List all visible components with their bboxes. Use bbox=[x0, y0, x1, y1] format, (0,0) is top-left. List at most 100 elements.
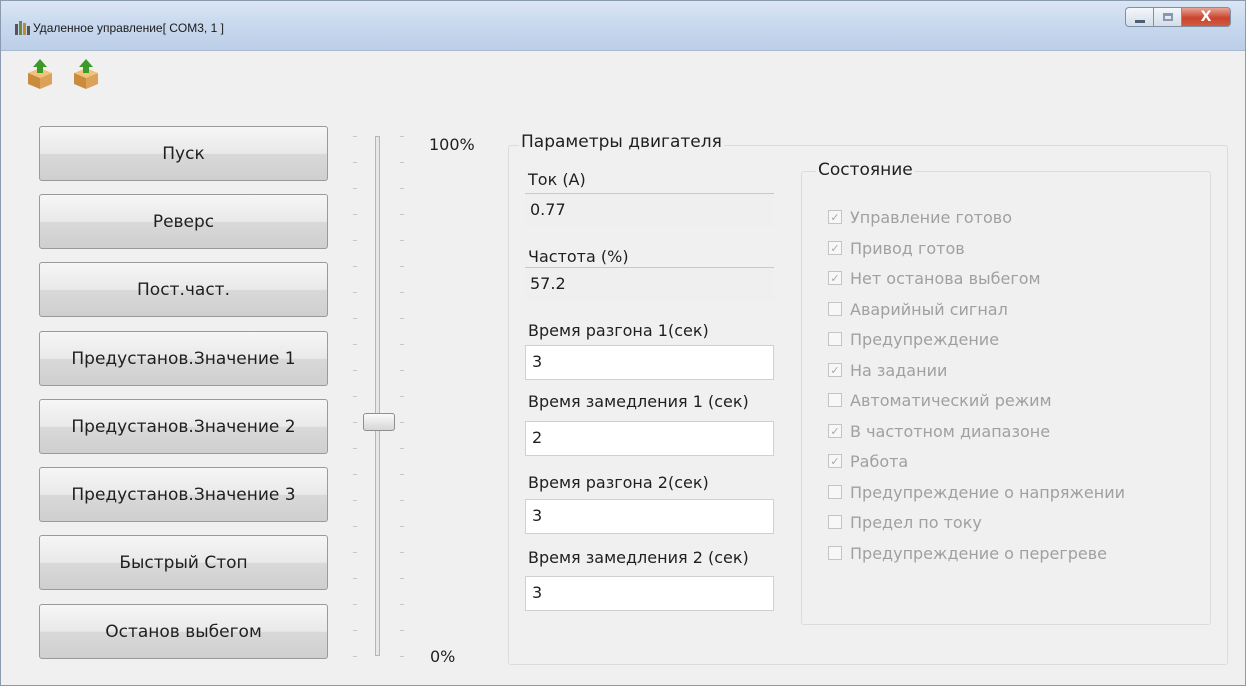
decel-time-2-input[interactable]: 3 bbox=[525, 576, 774, 611]
slider-tick bbox=[400, 422, 404, 423]
app-icon bbox=[15, 21, 30, 35]
slider-tick bbox=[353, 552, 357, 553]
status-item: ✓ На задании bbox=[828, 359, 947, 381]
preset-2-button[interactable]: Предустанов.Значение 2 bbox=[39, 399, 328, 454]
status-item: ✓ В частотном диапазоне bbox=[828, 420, 1050, 442]
checkbox-checked-icon: ✓ bbox=[828, 210, 842, 224]
toolbar bbox=[1, 51, 1245, 101]
slider-tick bbox=[353, 422, 357, 423]
status-item: Предупреждение bbox=[828, 328, 999, 350]
slider-tick bbox=[400, 500, 404, 501]
status-item-label: Предупреждение о напряжении bbox=[850, 482, 1126, 502]
constant-frequency-button[interactable]: Пост.част. bbox=[39, 262, 328, 317]
slider-tick bbox=[353, 578, 357, 579]
slider-tick bbox=[400, 162, 404, 163]
status-item-label: В частотном диапазоне bbox=[850, 421, 1051, 441]
status-item-label: Предупреждение о перегреве bbox=[850, 543, 1107, 563]
status-item-label: Автоматический режим bbox=[850, 390, 1052, 410]
slider-tick bbox=[353, 162, 357, 163]
slider-tick bbox=[353, 188, 357, 189]
slider-tick bbox=[400, 292, 404, 293]
slider-tick bbox=[400, 630, 404, 631]
slider-tick bbox=[353, 474, 357, 475]
current-value-text: 0.77 bbox=[530, 200, 566, 219]
slider-tick bbox=[353, 240, 357, 241]
status-item: Предел по току bbox=[828, 511, 982, 533]
quick-stop-button[interactable]: Быстрый Стоп bbox=[39, 535, 328, 590]
checkbox-checked-icon: ✓ bbox=[828, 454, 842, 468]
upload-box-icon[interactable] bbox=[23, 57, 57, 91]
download-box-icon[interactable] bbox=[69, 57, 103, 91]
frequency-label: Частота (%) bbox=[528, 247, 629, 266]
slider-tick bbox=[353, 136, 357, 137]
status-item: ✓ Работа bbox=[828, 450, 908, 472]
slider-tick bbox=[353, 266, 357, 267]
slider-tick bbox=[400, 318, 404, 319]
checkbox-unchecked-icon bbox=[828, 302, 842, 316]
slider-tick bbox=[353, 344, 357, 345]
remote-control-window: Удаленное управление[ COM3, 1 ] X Пуск Р… bbox=[0, 0, 1246, 686]
slider-tick bbox=[353, 656, 357, 657]
start-button[interactable]: Пуск bbox=[39, 126, 328, 181]
slider-tick bbox=[353, 292, 357, 293]
slider-tick bbox=[400, 344, 404, 345]
status-item-label: Предупреждение bbox=[850, 329, 1000, 349]
frequency-slider-track[interactable] bbox=[375, 136, 380, 656]
slider-tick bbox=[400, 214, 404, 215]
slider-max-label: 100% bbox=[429, 135, 475, 154]
slider-tick bbox=[353, 526, 357, 527]
accel-time-2-input[interactable]: 3 bbox=[525, 499, 774, 534]
preset-1-button[interactable]: Предустанов.Значение 1 bbox=[39, 331, 328, 386]
decel-time-1-input[interactable]: 2 bbox=[525, 421, 774, 456]
decel-time-2-label: Время замедления 2 (сек) bbox=[528, 548, 749, 567]
slider-tick bbox=[353, 396, 357, 397]
close-button[interactable]: X bbox=[1181, 7, 1231, 27]
checkbox-unchecked-icon bbox=[828, 393, 842, 407]
slider-tick bbox=[400, 474, 404, 475]
window-controls: X bbox=[1125, 7, 1231, 29]
window-title: Удаленное управление[ COM3, 1 ] bbox=[33, 21, 224, 35]
accel-time-2-label: Время разгона 2(сек) bbox=[528, 473, 709, 492]
accel-time-1-label: Время разгона 1(сек) bbox=[528, 321, 709, 340]
status-item-label: Работа bbox=[850, 451, 909, 471]
slider-tick bbox=[400, 578, 404, 579]
checkbox-checked-icon: ✓ bbox=[828, 424, 842, 438]
status-item: ✓ Нет останова выбегом bbox=[828, 267, 1041, 289]
decel-time-1-label: Время замедления 1 (сек) bbox=[528, 392, 749, 411]
frequency-slider-thumb[interactable] bbox=[363, 413, 395, 431]
slider-tick bbox=[400, 240, 404, 241]
status-item-label: Аварийный сигнал bbox=[850, 299, 1008, 319]
frequency-value-text: 57.2 bbox=[530, 274, 566, 293]
checkbox-checked-icon: ✓ bbox=[828, 271, 842, 285]
checkbox-unchecked-icon bbox=[828, 485, 842, 499]
status-item-label: Управление готово bbox=[850, 207, 1012, 227]
slider-tick bbox=[400, 552, 404, 553]
close-icon: X bbox=[1200, 9, 1212, 25]
slider-tick bbox=[400, 448, 404, 449]
status-item-label: Предел по току bbox=[850, 512, 982, 532]
slider-min-label: 0% bbox=[430, 647, 456, 666]
slider-tick bbox=[400, 370, 404, 371]
slider-tick bbox=[400, 604, 404, 605]
title-bar[interactable]: Удаленное управление[ COM3, 1 ] X bbox=[1, 1, 1245, 51]
status-item-label: Привод готов bbox=[850, 238, 965, 258]
status-item: Предупреждение о напряжении bbox=[828, 481, 1125, 503]
slider-tick bbox=[400, 136, 404, 137]
status-title: Состояние bbox=[816, 160, 915, 180]
slider-tick bbox=[400, 266, 404, 267]
reverse-button[interactable]: Реверс bbox=[39, 194, 328, 249]
slider-tick bbox=[400, 396, 404, 397]
preset-3-button[interactable]: Предустанов.Значение 3 bbox=[39, 467, 328, 522]
slider-tick bbox=[353, 630, 357, 631]
coast-stop-button[interactable]: Останов выбегом bbox=[39, 604, 328, 659]
current-value: 0.77 bbox=[525, 193, 774, 227]
slider-tick bbox=[353, 448, 357, 449]
current-label: Ток (A) bbox=[528, 170, 586, 189]
accel-time-1-input[interactable]: 3 bbox=[525, 345, 774, 380]
status-item: Предупреждение о перегреве bbox=[828, 542, 1107, 564]
minimize-button[interactable] bbox=[1125, 7, 1153, 27]
maximize-button[interactable] bbox=[1153, 7, 1181, 27]
slider-tick bbox=[353, 318, 357, 319]
status-item: Аварийный сигнал bbox=[828, 298, 1008, 320]
slider-tick bbox=[353, 604, 357, 605]
